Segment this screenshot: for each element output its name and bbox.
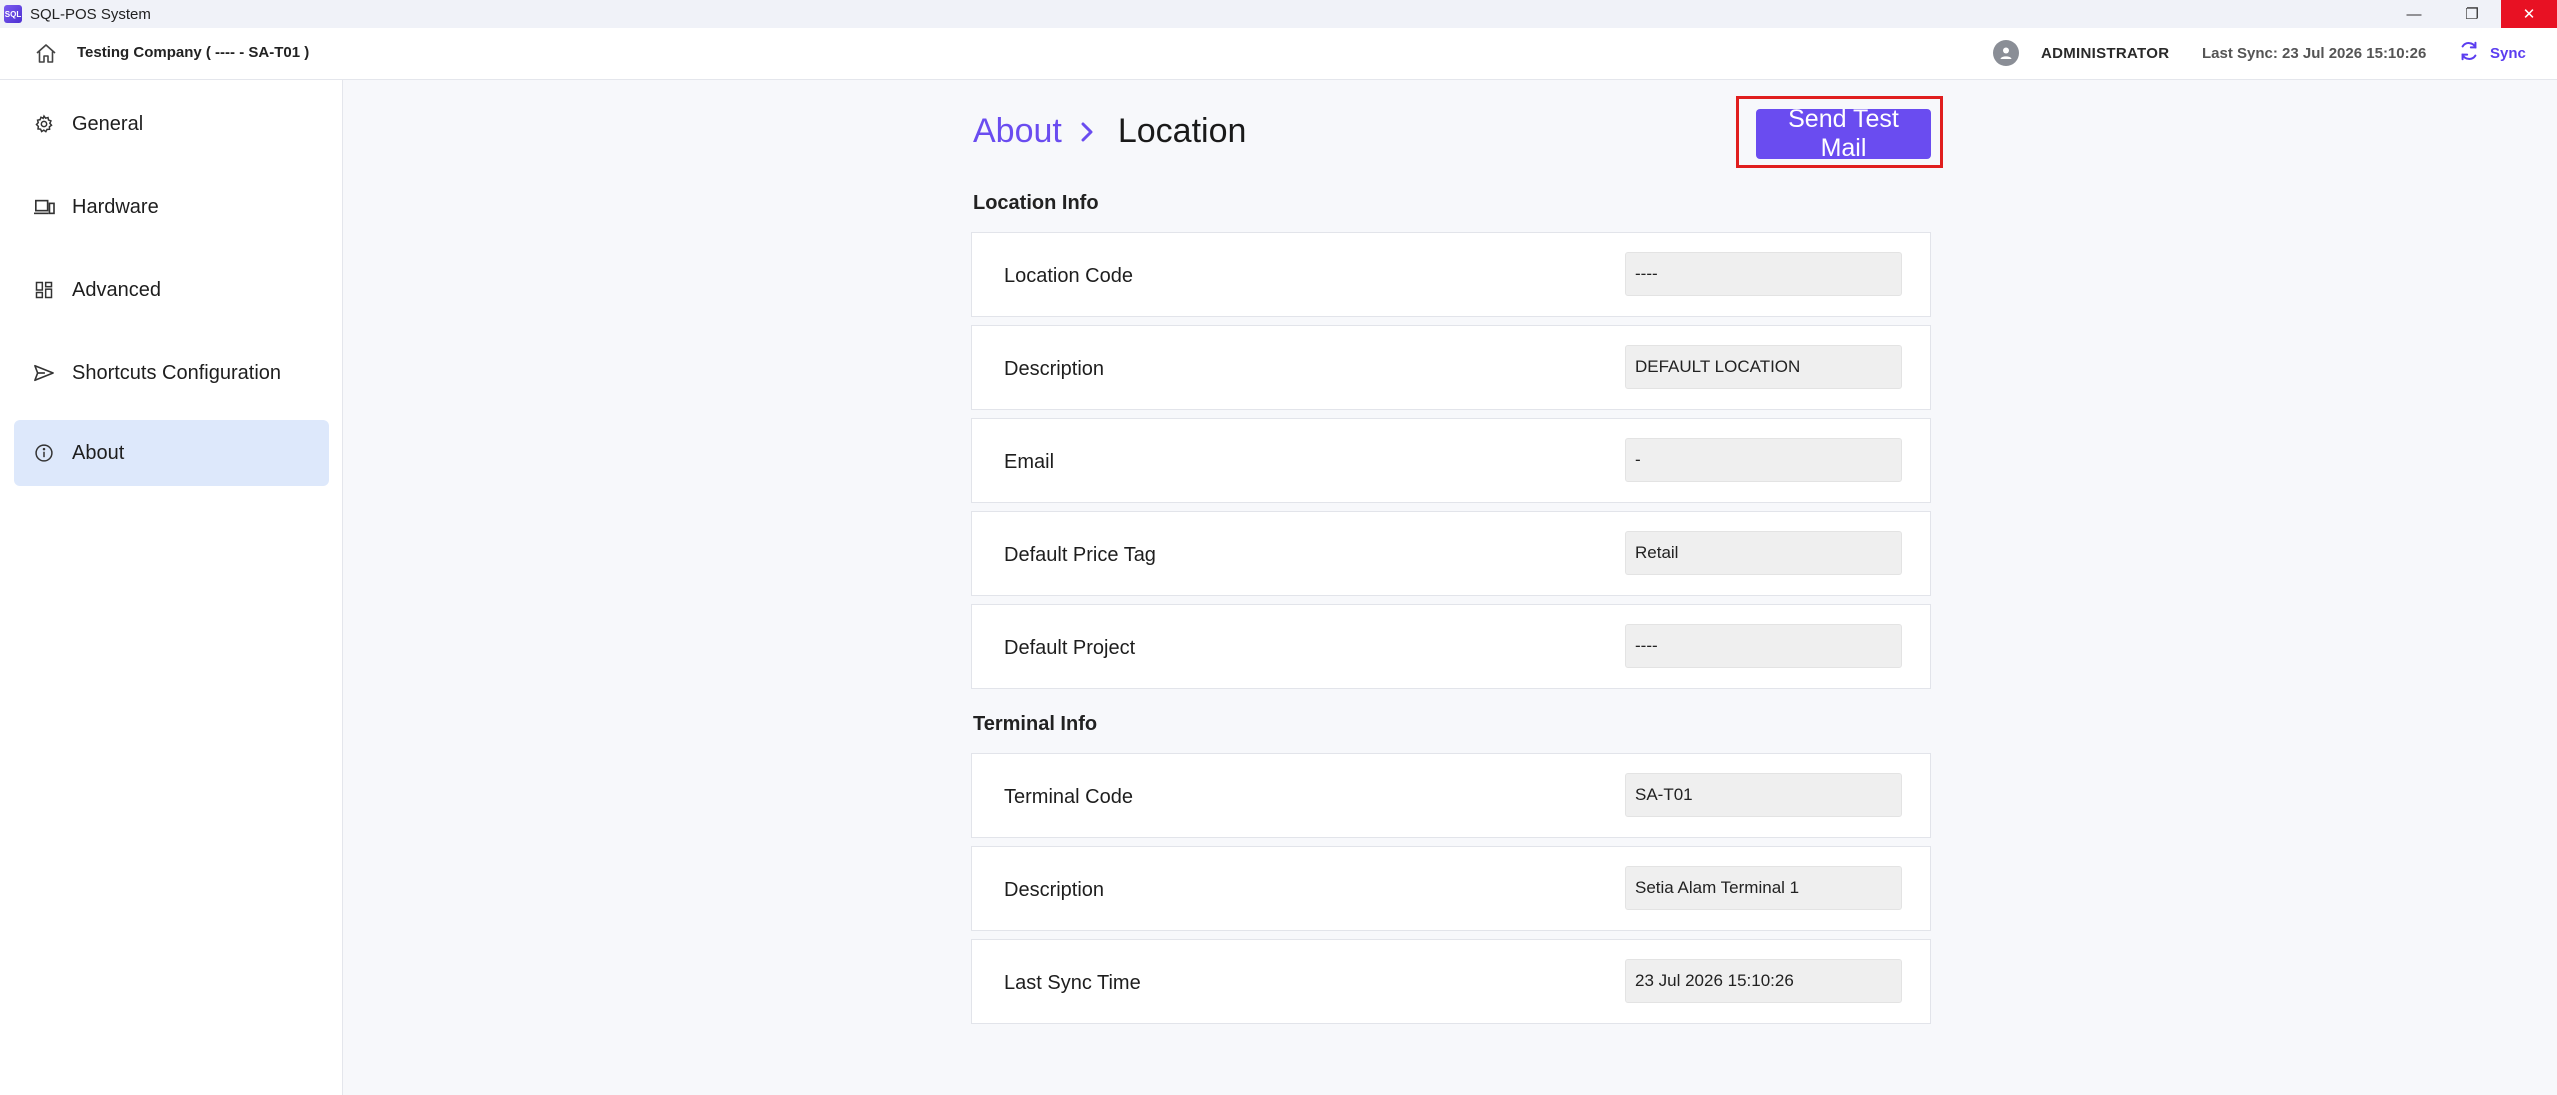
field-label: Default Project	[1004, 637, 1136, 659]
send-icon	[32, 361, 56, 385]
terminal-code-field: SA-T01	[1625, 773, 1902, 817]
app-logo: SQL	[4, 5, 22, 23]
breadcrumb: About Location	[973, 112, 1246, 151]
chevron-right-icon	[1080, 118, 1100, 146]
sidebar-item-about[interactable]: About	[14, 420, 329, 486]
last-sync-time-field: 23 Jul 2026 15:10:26	[1625, 959, 1902, 1003]
field-label: Last Sync Time	[1004, 972, 1141, 994]
sidebar-item-shortcuts[interactable]: Shortcuts Configuration	[14, 340, 329, 406]
section-title-terminal-info: Terminal Info	[973, 713, 1098, 735]
field-row-default-price-tag: Default Price Tag Retail	[971, 511, 1931, 596]
restore-button[interactable]: ❐	[2443, 0, 2501, 28]
sidebar-item-label: Advanced	[72, 278, 161, 301]
email-field: -	[1625, 438, 1902, 482]
field-label: Terminal Code	[1004, 786, 1133, 808]
sync-button[interactable]: Sync	[2458, 40, 2526, 67]
laptop-icon	[32, 195, 56, 219]
sidebar-item-hardware[interactable]: Hardware	[14, 174, 329, 240]
default-project-field: ----	[1625, 624, 1902, 668]
home-icon[interactable]	[34, 42, 58, 66]
minimize-button[interactable]: —	[2385, 0, 2443, 28]
terminal-description-field: Setia Alam Terminal 1	[1625, 866, 1902, 910]
window-controls: — ❐ ✕	[2385, 0, 2557, 28]
username: ADMINISTRATOR	[2041, 44, 2170, 62]
breadcrumb-parent[interactable]: About	[973, 112, 1062, 151]
last-sync-status: Last Sync: 23 Jul 2026 15:10:26	[2202, 45, 2427, 62]
app-header: Testing Company ( ---- - SA-T01 ) ADMINI…	[0, 28, 2557, 80]
section-title-location-info: Location Info	[973, 192, 1099, 214]
default-price-tag-field: Retail	[1625, 531, 1902, 575]
field-row-location-code: Location Code ----	[971, 232, 1931, 317]
field-label: Default Price Tag	[1004, 544, 1156, 566]
field-row-terminal-code: Terminal Code SA-T01	[971, 753, 1931, 838]
field-label: Email	[1004, 451, 1055, 473]
sidebar-item-general[interactable]: General	[14, 91, 329, 157]
page-title: Location	[1117, 112, 1247, 150]
sidebar-item-advanced[interactable]: Advanced	[14, 257, 329, 323]
field-row-last-sync-time: Last Sync Time 23 Jul 2026 15:10:26	[971, 939, 1931, 1024]
gear-icon	[32, 112, 56, 136]
info-icon	[32, 441, 56, 465]
field-label: Description	[1004, 879, 1105, 901]
sidebar-item-label: Shortcuts Configuration	[72, 361, 282, 384]
user-area: ADMINISTRATOR	[1993, 40, 2169, 66]
sidebar-item-label: Hardware	[72, 195, 159, 218]
sidebar: General Hardware Advanced Shortcuts Conf…	[0, 80, 343, 1095]
location-code-field: ----	[1625, 252, 1902, 296]
field-row-default-project: Default Project ----	[971, 604, 1931, 689]
field-row-description: Description DEFAULT LOCATION	[971, 325, 1931, 410]
window-titlebar: SQL SQL-POS System — ❐ ✕	[0, 0, 2557, 28]
avatar[interactable]	[1993, 40, 2019, 66]
sidebar-item-label: About	[72, 441, 125, 464]
grid-icon	[32, 278, 56, 302]
field-row-email: Email -	[971, 418, 1931, 503]
field-label: Location Code	[1004, 265, 1133, 287]
company-name: Testing Company ( ---- - SA-T01 )	[77, 44, 310, 61]
sidebar-item-label: General	[72, 112, 144, 135]
app-logo-text: SQL	[4, 9, 22, 19]
field-label: Description	[1004, 358, 1105, 380]
send-test-mail-button[interactable]: Send Test Mail	[1756, 105, 1931, 162]
close-button[interactable]: ✕	[2501, 0, 2557, 28]
sync-icon	[2458, 40, 2480, 67]
window-title: SQL-POS System	[30, 5, 151, 23]
location-description-field: DEFAULT LOCATION	[1625, 345, 1902, 389]
field-row-terminal-description: Description Setia Alam Terminal 1	[971, 846, 1931, 931]
sync-label: Sync	[2490, 45, 2526, 62]
